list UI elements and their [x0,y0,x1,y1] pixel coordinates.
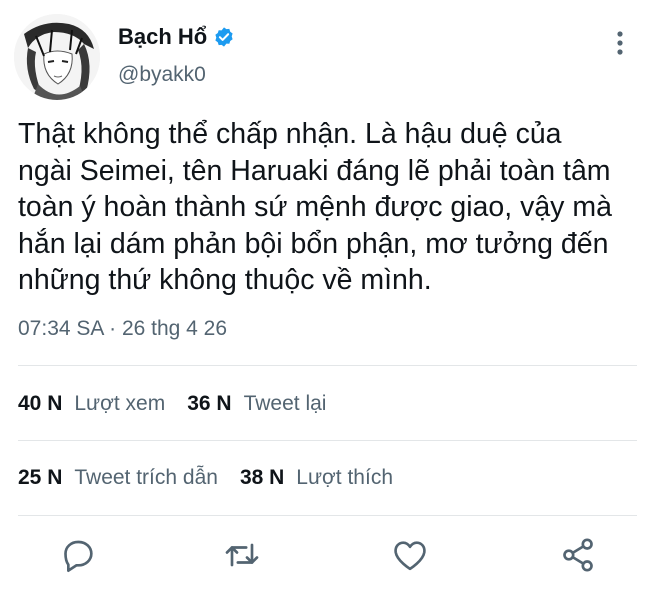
like-button[interactable] [390,535,430,575]
views-label[interactable]: Lượt xem [74,392,165,416]
more-vertical-icon[interactable] [609,28,631,58]
likes-count: 38 N [239,466,285,489]
reply-icon [64,540,93,572]
tweet-text: Thật không thể chấp nhận. Là hậu duệ của… [18,118,612,296]
views-count: 40 N [18,392,63,415]
divider [18,515,637,516]
avatar-image [14,14,100,100]
author-handle[interactable]: @byakk0 [118,63,206,87]
retweets-label[interactable]: Tweet lại [244,392,327,416]
share-button[interactable] [558,535,598,575]
meta-separator: · [109,317,117,340]
retweets-count: 36 N [187,392,232,415]
stats-row-2: 25 N Tweet trích dẫn 38 N Lượt thích [18,466,415,490]
heart-icon [394,541,426,571]
tweet-timestamp[interactable]: 07:34 SA · 26 thg 4 26 [18,317,227,341]
quotes-count: 25 N [18,466,63,489]
reply-button[interactable] [58,535,98,575]
tweet-card: Bạch Hổ @byakk0 Thật không thể chấp nhận… [0,0,655,600]
retweet-button[interactable] [222,535,262,575]
avatar[interactable] [14,14,100,100]
stats-row-1: 40 N Lượt xem 36 N Tweet lại [18,392,348,416]
tweet-date: 26 thg 4 26 [121,317,228,340]
likes-label[interactable]: Lượt thích [296,466,393,490]
quotes-label[interactable]: Tweet trích dẫn [74,466,218,490]
tweet-time: 07:34 SA [18,317,104,340]
retweet-icon [225,543,259,567]
divider [18,440,637,441]
divider [18,365,637,366]
verified-badge-icon [213,26,235,48]
author-name-row[interactable]: Bạch Hổ [118,24,235,50]
share-icon [563,538,593,572]
display-name[interactable]: Bạch Hổ [118,24,207,50]
action-bar [0,535,655,581]
